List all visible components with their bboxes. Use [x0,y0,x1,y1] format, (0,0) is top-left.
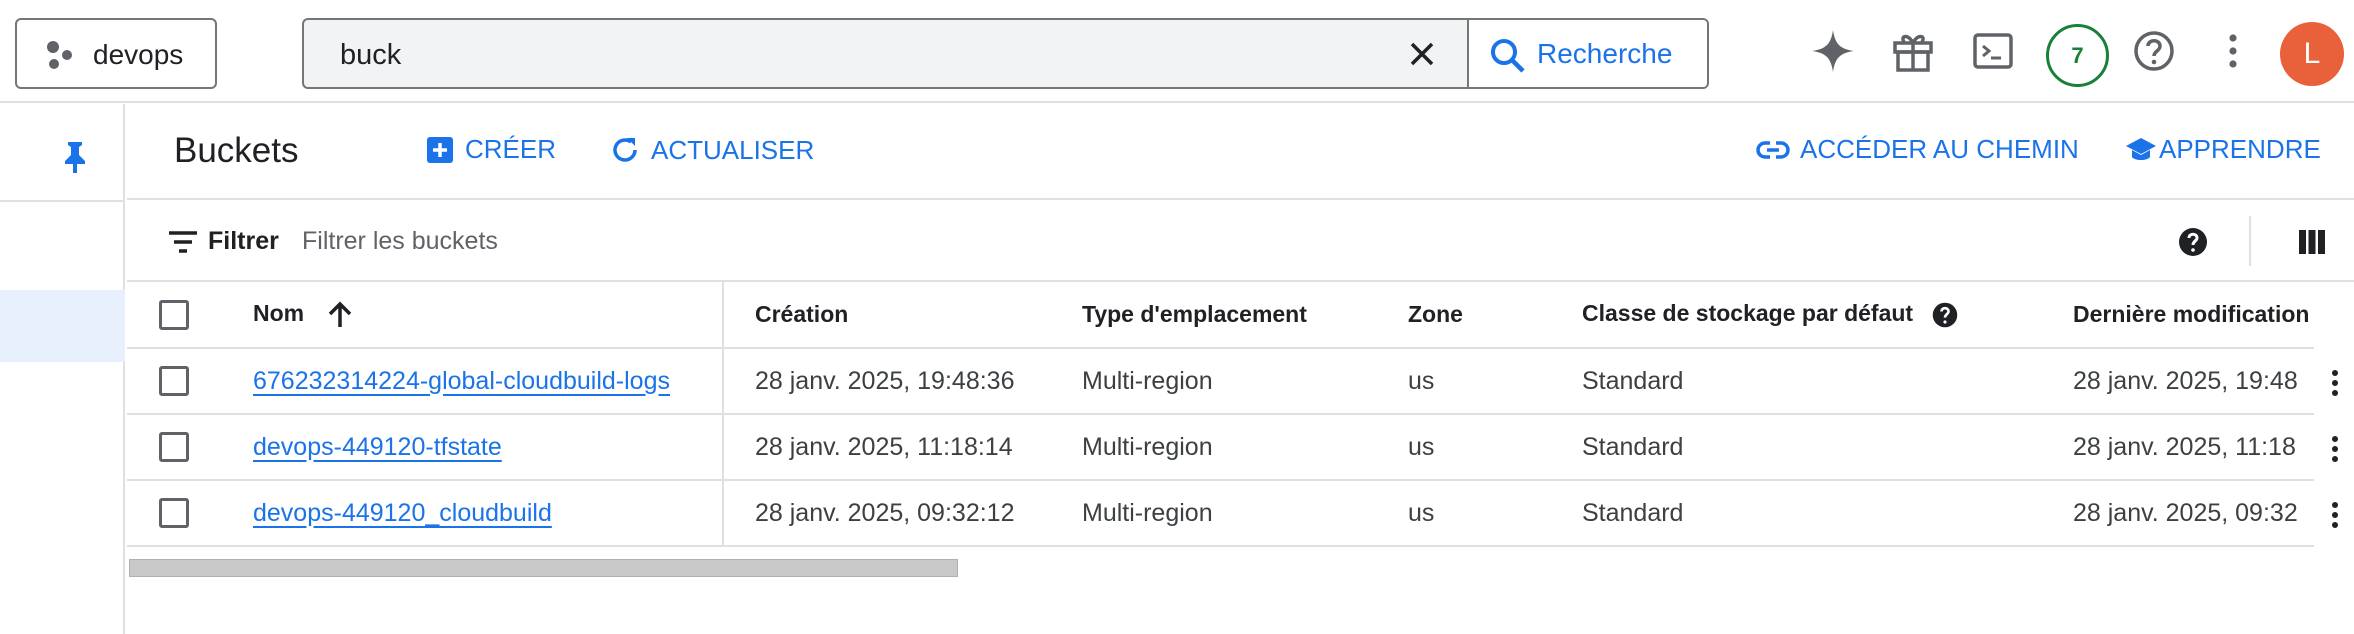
goto-path-label: ACCÉDER AU CHEMIN [1800,134,2079,164]
filter-label[interactable]: Filtrer [208,227,279,256]
buckets-table: Nom Création Type d'emplacement Zone Cla… [127,282,2314,547]
row-actions-icon[interactable] [2332,436,2338,466]
created-cell: 28 janv. 2025, 09:32:12 [723,480,1052,547]
avatar[interactable]: L [2280,22,2344,86]
modified-cell: 28 janv. 2025, 11:18 [2055,414,2314,481]
refresh-button[interactable]: ACTUALISER [609,134,814,166]
school-icon [2126,137,2156,160]
zone-cell: us [1392,480,1564,547]
modified-cell: 28 janv. 2025, 19:48 [2055,348,2314,415]
row-select-cell [127,414,192,481]
row-checkbox[interactable] [159,366,189,397]
column-header-created[interactable]: Création [723,282,1052,349]
search-input[interactable]: buck [340,39,401,72]
row-checkbox[interactable] [159,432,189,463]
select-all-checkbox[interactable] [159,299,189,330]
top-bar: devops buck Recherche 7 L [0,0,2354,103]
column-display-icon[interactable] [2297,228,2327,256]
page-title: Buckets [174,131,299,170]
goto-path-button[interactable]: ACCÉDER AU CHEMIN [1756,134,2079,165]
row-select-cell [127,480,192,547]
row-select-cell [127,348,192,415]
create-button-label: CRÉER [465,134,557,164]
location-type-cell: Multi-region [1052,348,1392,415]
column-name-label: Nom [253,300,305,327]
sort-ascending-icon[interactable] [327,301,353,329]
bucket-link[interactable]: devops-449120-tfstate [253,433,502,461]
filter-input[interactable]: Filtrer les buckets [302,227,498,256]
learn-button-label: APPRENDRE [2159,134,2321,164]
notification-badge[interactable]: 7 [2046,24,2109,87]
help-icon[interactable] [2131,28,2177,74]
clear-search-icon[interactable] [1404,36,1440,72]
modified-cell: 28 janv. 2025, 09:32 [2055,480,2314,547]
toolbar-divider [2249,216,2251,266]
refresh-button-label: ACTUALISER [651,134,815,165]
create-button[interactable]: CRÉER [425,134,556,165]
page-header: Buckets CRÉER ACTUALISER ACCÉDER AU CHEM… [127,104,2354,200]
learn-button[interactable]: APPRENDRE [2125,134,2321,165]
search-button-label: Recherche [1537,38,1673,69]
refresh-icon [613,138,637,162]
row-actions-icon[interactable] [2332,370,2338,400]
pin-icon[interactable] [60,140,90,174]
storage-class-cell: Standard [1564,414,2055,481]
storage-class-cell: Standard [1564,348,2055,415]
horizontal-scrollbar[interactable] [129,559,958,577]
location-type-cell: Multi-region [1052,480,1392,547]
link-icon [1756,140,1790,159]
row-actions-column [2316,348,2354,546]
project-icon [47,41,72,69]
nav-item-active[interactable] [0,290,125,362]
name-cell: devops-449120-tfstate [192,414,724,481]
cloud-shell-icon[interactable] [1970,28,2016,74]
sparkle-icon[interactable] [1810,28,1856,74]
storage-class-label: Classe de stockage par défaut [1582,300,1914,327]
row-checkbox[interactable] [159,498,189,529]
location-type-cell: Multi-region [1052,414,1392,481]
help-circle-icon[interactable] [2177,226,2209,258]
table-row[interactable]: devops-449120_cloudbuild 28 janv. 2025, … [127,480,2314,547]
zone-cell: us [1392,348,1564,415]
search-icon [1491,39,1525,73]
more-vert-icon[interactable] [2210,28,2256,74]
created-cell: 28 janv. 2025, 19:48:36 [723,348,1052,415]
left-nav-rail [0,104,125,634]
add-box-icon [427,136,453,163]
bucket-link[interactable]: devops-449120_cloudbuild [253,499,552,527]
name-cell: devops-449120_cloudbuild [192,480,724,547]
bucket-link[interactable]: 676232314224-global-cloudbuild-logs [253,367,670,395]
project-selector[interactable]: devops [15,18,217,89]
column-header-storage-class[interactable]: Classe de stockage par défaut [1564,282,2055,349]
select-all-cell [127,282,192,349]
table-header-row: Nom Création Type d'emplacement Zone Cla… [127,282,2314,349]
search-button[interactable]: Recherche [1469,20,1707,87]
column-header-modified[interactable]: Dernière modification [2055,282,2314,349]
gift-icon[interactable] [1890,28,1936,74]
table-row[interactable]: devops-449120-tfstate 28 janv. 2025, 11:… [127,414,2314,481]
search-box: buck Recherche [302,18,1709,89]
filter-bar: Filtrer Filtrer les buckets [127,200,2354,282]
help-circle-icon[interactable] [1931,301,1959,329]
zone-cell: us [1392,414,1564,481]
column-header-name[interactable]: Nom [192,282,724,349]
row-actions-icon[interactable] [2332,502,2338,532]
storage-class-cell: Standard [1564,480,2055,547]
name-cell: 676232314224-global-cloudbuild-logs [192,348,724,415]
filter-icon[interactable] [167,229,199,255]
project-name: devops [93,39,184,70]
table-row[interactable]: 676232314224-global-cloudbuild-logs 28 j… [127,348,2314,415]
nav-divider [0,200,125,202]
created-cell: 28 janv. 2025, 11:18:14 [723,414,1052,481]
column-header-location-type[interactable]: Type d'emplacement [1052,282,1392,349]
column-header-zone[interactable]: Zone [1392,282,1564,349]
